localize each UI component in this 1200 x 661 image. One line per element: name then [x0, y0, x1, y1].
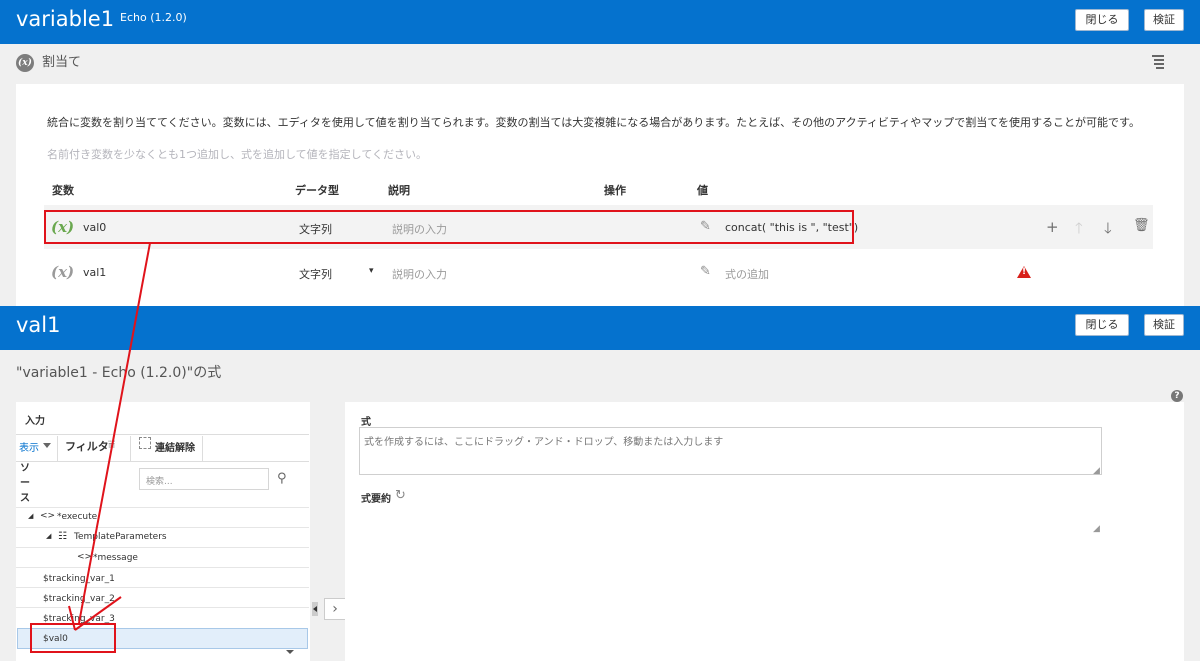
chevron-down-icon[interactable]: ▾ [369, 266, 374, 276]
tree-row[interactable] [16, 547, 309, 567]
summary-label: 式要約 [361, 494, 391, 505]
integration-version: Echo (1.2.0) [120, 11, 187, 24]
expression-title: "variable1 - Echo (1.2.0)"の式 [16, 365, 222, 381]
tree-node-tracking-var-1[interactable]: $tracking_var_1 [43, 574, 115, 584]
pencil-icon[interactable]: ✎ [700, 264, 711, 279]
expression-header-bar [0, 306, 1200, 350]
chevron-down-icon[interactable] [43, 443, 51, 448]
plus-icon[interactable]: + [1046, 218, 1059, 236]
scroll-down-icon[interactable] [286, 650, 294, 654]
hint-text: 名前付き変数を少なくとも1つ追加し、式を追加して値を指定してください。 [47, 148, 428, 161]
tree-node-execute[interactable]: *execute [57, 512, 97, 522]
variable-icon: (x) [51, 263, 75, 281]
chevron-right-icon[interactable]: › [324, 598, 346, 620]
chevron-left-icon [313, 606, 317, 612]
resize-handle[interactable]: ◢ [1093, 524, 1100, 534]
tree-node-template-parameters[interactable]: TemplateParameters [74, 532, 167, 542]
warning-mark: ! [1021, 267, 1027, 277]
input-label: 入力 [25, 416, 45, 427]
help-icon[interactable]: ? [1171, 390, 1183, 402]
formula-label: 式 [361, 417, 371, 428]
source-label: ソース [20, 463, 30, 504]
validate-button[interactable]: 検証 [1144, 314, 1184, 336]
column-header-value: 値 [697, 184, 708, 197]
description-text: 統合に変数を割り当ててください。変数には、エディタを使用して値を割り当てられます… [47, 116, 1140, 129]
variable-icon: (x) [16, 54, 34, 72]
column-header-description: 説明 [388, 184, 410, 197]
annotation-box-val0-row [44, 210, 854, 244]
tree-node-message[interactable]: *message [93, 553, 138, 563]
section-title: 割当て [42, 55, 82, 70]
unlink-icon[interactable] [139, 437, 151, 449]
filter-button[interactable]: フィルタ [65, 438, 109, 454]
element-icon: <> [77, 552, 93, 562]
tree-node-tracking-var-2[interactable]: $tracking_var_2 [43, 594, 115, 604]
menu-icon[interactable] [1152, 55, 1164, 71]
collapse-icon[interactable]: ◢ [46, 532, 51, 540]
resize-handle[interactable]: ◢ [1093, 466, 1100, 476]
add-expression-link[interactable]: 式の追加 [725, 266, 769, 282]
collapse-icon[interactable]: ◢ [28, 512, 33, 520]
column-header-type: データ型 [295, 184, 339, 197]
refresh-icon[interactable]: ↻ [395, 488, 406, 503]
arrow-up-icon[interactable]: 🡑 [1075, 218, 1083, 243]
divider [202, 436, 203, 462]
data-type[interactable]: 文字列 [299, 266, 332, 282]
column-header-variable: 変数 [52, 184, 74, 197]
page-title: variable1 [16, 7, 115, 31]
trash-icon[interactable]: 🗑 [1133, 218, 1150, 233]
divider [57, 436, 58, 462]
variable-name[interactable]: val1 [83, 266, 106, 279]
column-header-action: 操作 [604, 184, 626, 197]
search-icon[interactable]: ⚲ [277, 471, 287, 486]
formula-placeholder: 式を作成するには、ここにドラッグ・アンド・ドロップ、移動または入力します [364, 437, 724, 448]
divider [130, 436, 131, 462]
close-button[interactable]: 閉じる [1075, 9, 1129, 31]
close-button[interactable]: 閉じる [1075, 314, 1129, 336]
group-icon: ☷ [58, 531, 67, 542]
expression-page-title: val1 [16, 313, 61, 337]
filter-icon[interactable]: ⩸ [108, 437, 115, 452]
view-menu[interactable]: 表示 [19, 439, 39, 454]
annotation-box-val0-node [30, 623, 116, 653]
element-icon: <> [40, 511, 56, 521]
unlink-button[interactable]: 連結解除 [155, 439, 195, 454]
search-placeholder: 検索... [146, 477, 173, 487]
arrow-down-icon[interactable]: 🡓 [1104, 218, 1112, 243]
description-input[interactable]: 説明の入力 [392, 266, 447, 282]
validate-button[interactable]: 検証 [1144, 9, 1184, 31]
